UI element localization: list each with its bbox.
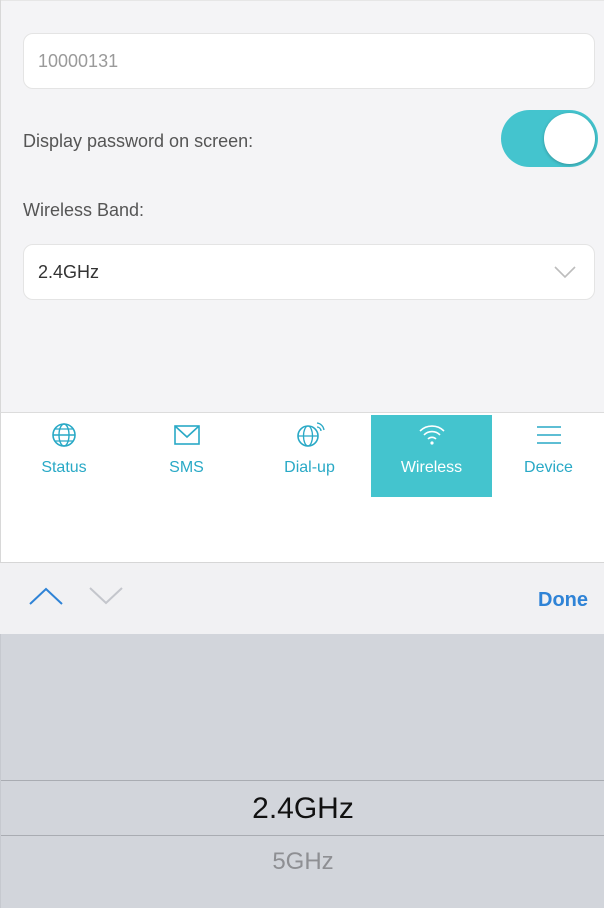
chevron-down-icon [554, 266, 576, 279]
tab-label: Wireless [400, 459, 463, 476]
tab-dial-up[interactable]: Dial-up [249, 415, 370, 497]
chevron-down-icon[interactable] [88, 585, 124, 607]
tab-sms[interactable]: SMS [126, 415, 247, 497]
password-field[interactable]: 10000131 [23, 33, 595, 89]
picker-option-selected[interactable]: 2.4GHz [1, 792, 604, 826]
tab-wireless[interactable]: Wireless [371, 415, 492, 497]
toggle-knob [544, 113, 595, 164]
display-password-toggle[interactable] [501, 110, 598, 167]
done-button[interactable]: Done [538, 589, 588, 612]
envelope-icon [173, 425, 200, 445]
tab-status[interactable]: Status [9, 415, 119, 497]
tab-label: Status [41, 459, 87, 476]
tab-label: Device [524, 459, 573, 476]
picker-selection-line [1, 780, 604, 781]
menu-icon [536, 426, 561, 444]
tab-label: SMS [169, 459, 204, 476]
wireless-settings-form: 10000131 Display password on screen: Wir… [0, 0, 604, 412]
display-password-label: Display password on screen: [23, 131, 254, 151]
bottom-tab-bar: Status SMS Dial-up Wireless Device [0, 412, 604, 562]
wireless-band-select[interactable]: 2.4GHz [23, 244, 595, 300]
tab-device[interactable]: Device [492, 415, 604, 497]
globe-icon [52, 423, 76, 447]
password-value: 10000131 [38, 50, 119, 71]
keyboard-accessory-bar: Done [0, 562, 604, 634]
picker-selection-line [1, 835, 604, 836]
picker-option[interactable]: 5GHz [1, 848, 604, 876]
band-picker-wheel[interactable]: 2.4GHz 5GHz [0, 634, 604, 908]
wifi-icon [418, 425, 445, 445]
wireless-band-label: Wireless Band: [23, 200, 145, 220]
divider [1, 0, 604, 1]
globe-signal-icon [296, 422, 325, 447]
tab-label: Dial-up [284, 459, 335, 476]
wireless-band-value: 2.4GHz [38, 261, 100, 282]
chevron-up-icon[interactable] [28, 585, 64, 607]
